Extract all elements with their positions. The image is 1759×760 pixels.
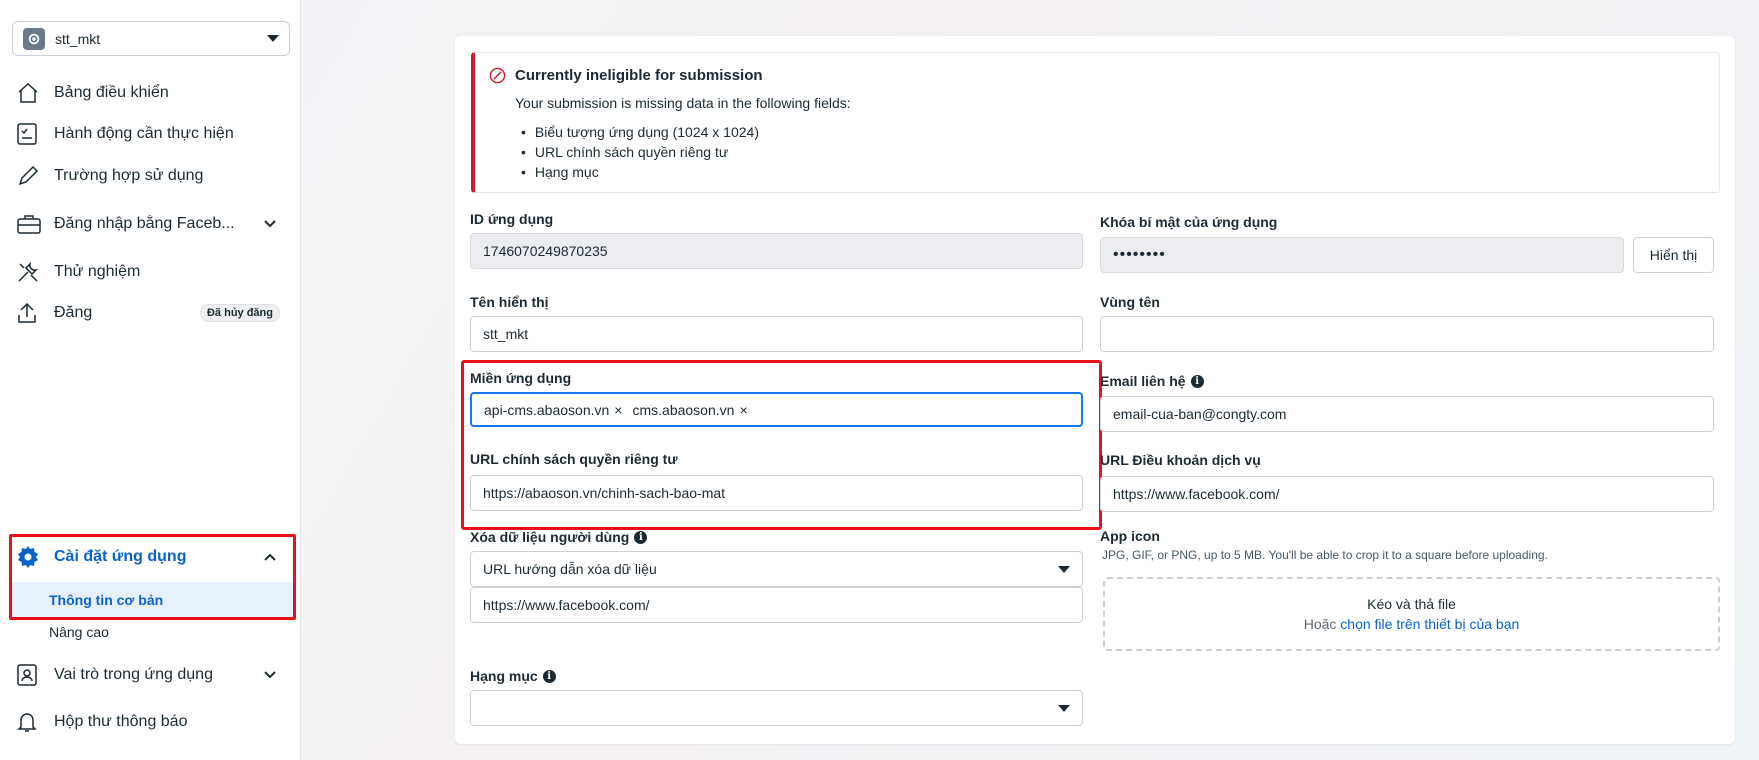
app-domains-label: Miền ứng dụng bbox=[470, 370, 572, 386]
app-icon-dropzone[interactable]: Kéo và thả file Hoặc chọn file trên thiế… bbox=[1103, 577, 1720, 651]
sidebar-item-facebook-login[interactable]: Đăng nhập bằng Faceb... bbox=[12, 206, 290, 242]
list-item: Hạng mục bbox=[515, 162, 759, 182]
app-icon-hint: JPG, GIF, or PNG, up to 5 MB. You'll be … bbox=[1102, 548, 1548, 562]
data-deletion-url-value: https://www.facebook.com/ bbox=[483, 597, 650, 613]
missing-fields-list: Biểu tượng ứng dụng (1024 x 1024) URL ch… bbox=[515, 122, 759, 182]
data-deletion-select[interactable]: URL hướng dẫn xóa dữ liệu bbox=[470, 551, 1083, 587]
show-secret-button[interactable]: Hiển thị bbox=[1633, 237, 1714, 273]
sidebar-item-label: Trường hợp sử dụng bbox=[54, 167, 204, 184]
category-label: Hạng mục i bbox=[470, 668, 556, 684]
contact-email-field[interactable]: email-cua-ban@congty.com bbox=[1100, 396, 1714, 432]
info-icon[interactable]: i bbox=[1190, 374, 1204, 388]
domain-tag: cms.abaoson.vn × bbox=[632, 402, 747, 418]
domain-tag-text: api-cms.abaoson.vn bbox=[484, 401, 610, 418]
or-text: Hoặc bbox=[1303, 616, 1337, 632]
data-deletion-label: Xóa dữ liệu người dùng i bbox=[470, 529, 648, 545]
briefcase-icon bbox=[16, 212, 46, 236]
domain-tag: api-cms.abaoson.vn × bbox=[484, 402, 622, 418]
display-name-label: Tên hiển thị bbox=[470, 294, 549, 310]
app-id-label: ID ứng dụng bbox=[470, 211, 554, 227]
sidebar-item-testing[interactable]: Thử nghiệm bbox=[12, 254, 290, 290]
chevron-up-icon[interactable] bbox=[260, 547, 280, 567]
caret-down-icon bbox=[267, 35, 279, 42]
sidebar-item-required-actions[interactable]: Hành động cần thực hiện bbox=[12, 116, 290, 152]
contact-email-label-text: Email liên hệ bbox=[1100, 373, 1186, 389]
app-secret-value: •••••••• bbox=[1113, 246, 1166, 263]
checklist-icon bbox=[16, 122, 46, 146]
app-selector[interactable]: stt_mkt bbox=[12, 21, 290, 56]
sidebar-item-label: Thử nghiệm bbox=[54, 263, 141, 280]
namespace-label: Vùng tên bbox=[1100, 294, 1160, 310]
app-id-value: 1746070249870235 bbox=[483, 243, 608, 259]
category-select[interactable] bbox=[470, 690, 1083, 726]
chevron-down-icon[interactable] bbox=[260, 665, 280, 685]
sidebar-item-label: Hành động cần thực hiện bbox=[54, 125, 234, 142]
app-icon-label: App icon bbox=[1100, 528, 1160, 544]
app-domains-field[interactable]: api-cms.abaoson.vn × cms.abaoson.vn × bbox=[470, 392, 1083, 427]
namespace-field[interactable] bbox=[1100, 316, 1714, 352]
app-name: stt_mkt bbox=[55, 30, 101, 47]
sidebar-item-alerts-inbox[interactable]: Hộp thư thông báo bbox=[12, 704, 290, 740]
data-deletion-label-text: Xóa dữ liệu người dùng bbox=[470, 529, 630, 545]
remove-tag-icon[interactable]: × bbox=[739, 402, 747, 418]
gear-icon bbox=[16, 545, 46, 569]
sidebar-item-label: Bảng điều khiển bbox=[54, 84, 169, 101]
sidebar-subitem-basic[interactable]: Thông tin cơ bản bbox=[12, 582, 293, 617]
caret-down-icon bbox=[1058, 705, 1070, 712]
person-badge-icon bbox=[16, 663, 46, 687]
sidebar-item-label: Vai trò trong ứng dụng bbox=[54, 666, 213, 683]
sidebar-item-app-settings[interactable]: Cài đặt ứng dụng bbox=[12, 539, 290, 575]
status-badge: Đã hủy đăng bbox=[199, 304, 280, 322]
list-item: Biểu tượng ứng dụng (1024 x 1024) bbox=[515, 122, 759, 142]
bell-icon bbox=[16, 710, 46, 734]
info-icon[interactable]: i bbox=[634, 530, 648, 544]
privacy-url-field[interactable]: https://abaoson.vn/chinh-sach-bao-mat bbox=[470, 475, 1083, 511]
upload-icon bbox=[16, 301, 46, 325]
app-secret-field[interactable]: •••••••• bbox=[1100, 237, 1624, 273]
privacy-url-value: https://abaoson.vn/chinh-sach-bao-mat bbox=[483, 485, 726, 501]
caret-down-icon bbox=[1058, 566, 1070, 573]
tos-url-value: https://www.facebook.com/ bbox=[1113, 486, 1280, 502]
privacy-url-label: URL chính sách quyền riêng tư bbox=[470, 451, 678, 467]
alert-title: Currently ineligible for submission bbox=[515, 67, 763, 84]
sidebar-item-label: Đăng bbox=[54, 304, 93, 321]
domain-tag-text: cms.abaoson.vn bbox=[632, 401, 735, 418]
app-secret-label: Khóa bí mật của ứng dụng bbox=[1100, 214, 1278, 230]
choose-file-line: Hoặc chọn file trên thiết bị của bạn bbox=[1304, 616, 1520, 632]
tos-url-label: URL Điều khoản dịch vụ bbox=[1100, 452, 1261, 468]
category-label-text: Hạng mục bbox=[470, 668, 538, 684]
contact-email-label: Email liên hệ i bbox=[1100, 373, 1204, 389]
tools-icon bbox=[16, 260, 46, 284]
remove-tag-icon[interactable]: × bbox=[614, 402, 622, 418]
sidebar-item-publish[interactable]: Đăng Đã hủy đăng bbox=[12, 295, 290, 331]
sidebar-item-label: Cài đặt ứng dụng bbox=[54, 548, 187, 565]
alert-description: Your submission is missing data in the f… bbox=[515, 95, 851, 111]
display-name-value: stt_mkt bbox=[483, 326, 529, 342]
tos-url-field[interactable]: https://www.facebook.com/ bbox=[1100, 476, 1714, 512]
blocked-icon bbox=[489, 67, 506, 89]
list-item: URL chính sách quyền riêng tư bbox=[515, 142, 759, 162]
sidebar-subitem-advanced[interactable]: Nâng cao bbox=[12, 617, 290, 647]
sidebar-item-dashboard[interactable]: Bảng điều khiển bbox=[12, 75, 290, 111]
sidebar-item-use-cases[interactable]: Trường hợp sử dụng bbox=[12, 158, 290, 194]
data-deletion-select-value: URL hướng dẫn xóa dữ liệu bbox=[483, 561, 657, 577]
sidebar: stt_mkt Bảng điều khiển Hành động cần th… bbox=[0, 0, 301, 760]
drop-text: Kéo và thả file bbox=[1367, 596, 1456, 612]
home-icon bbox=[16, 81, 46, 105]
data-deletion-url-field[interactable]: https://www.facebook.com/ bbox=[470, 587, 1083, 623]
sidebar-item-roles[interactable]: Vai trò trong ứng dụng bbox=[12, 657, 290, 693]
choose-file-link[interactable]: chọn file trên thiết bị của bạn bbox=[1340, 616, 1519, 632]
display-name-field[interactable]: stt_mkt bbox=[470, 316, 1083, 352]
chevron-down-icon[interactable] bbox=[260, 214, 280, 234]
sidebar-item-label: Hộp thư thông báo bbox=[54, 713, 188, 730]
gear-icon bbox=[23, 27, 45, 50]
submission-alert: Currently ineligible for submission Your… bbox=[471, 52, 1720, 193]
app-id-field[interactable]: 1746070249870235 bbox=[470, 233, 1083, 269]
info-icon[interactable]: i bbox=[542, 669, 556, 683]
pencil-icon bbox=[16, 164, 46, 188]
sidebar-item-label: Đăng nhập bằng Faceb... bbox=[54, 215, 235, 232]
contact-email-value: email-cua-ban@congty.com bbox=[1113, 406, 1287, 422]
